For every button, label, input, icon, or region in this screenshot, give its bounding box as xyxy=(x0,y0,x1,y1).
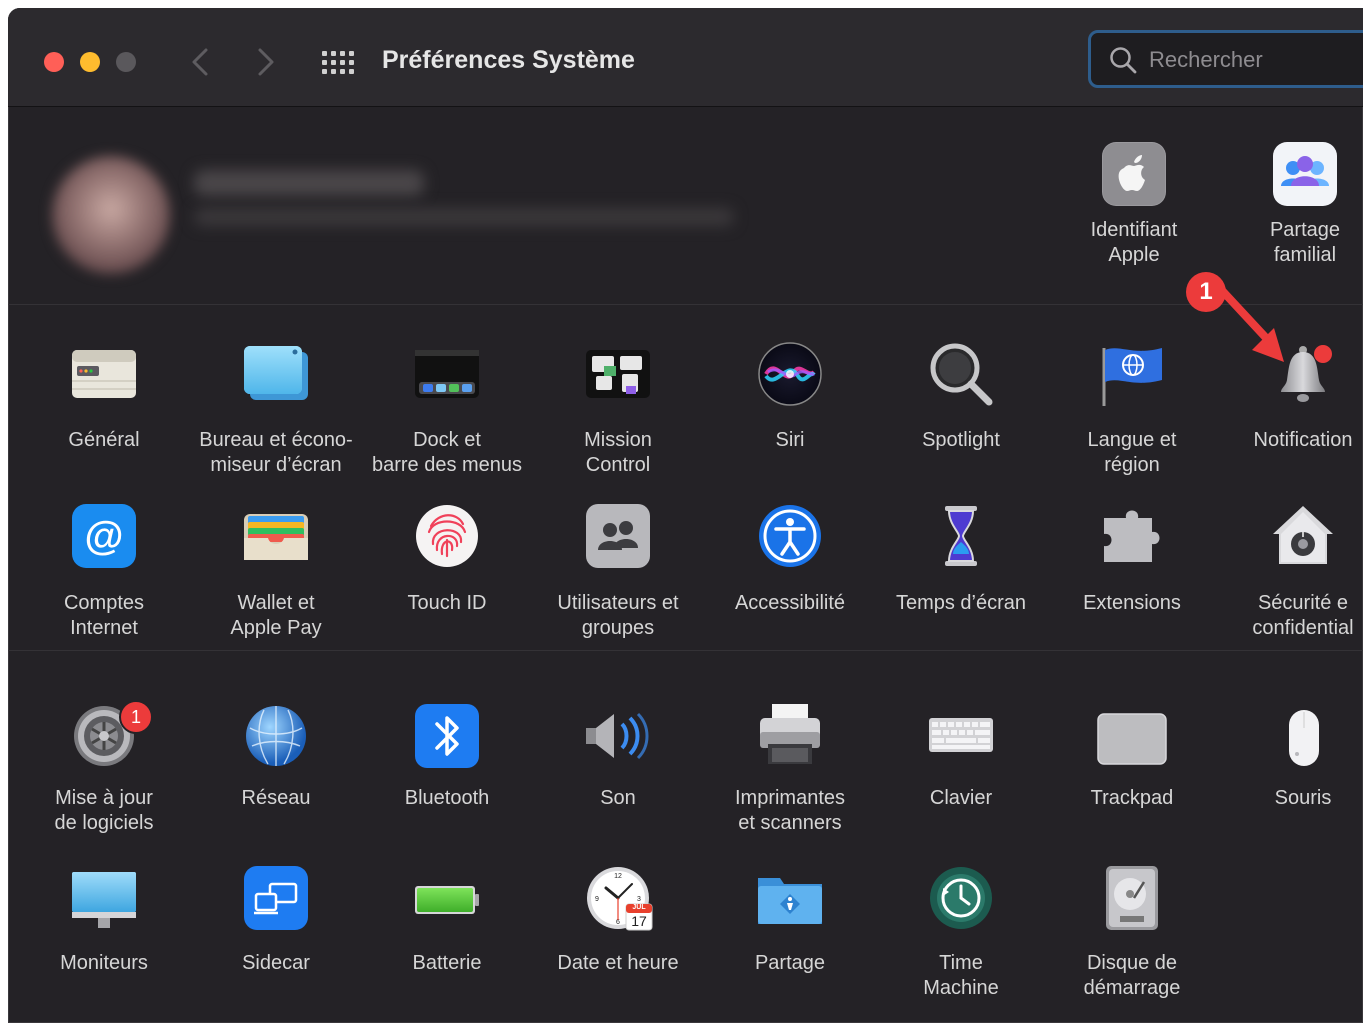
users-groups-icon xyxy=(586,504,650,568)
pane-label: Identifiant Apple xyxy=(1090,219,1178,266)
general-icon xyxy=(72,342,136,406)
sharing-icon xyxy=(758,866,822,930)
pane-label: Siri xyxy=(775,429,805,451)
pane-label: Comptes Internet xyxy=(63,592,145,639)
pane-label: Spotlight xyxy=(922,429,1000,451)
touch-id-icon xyxy=(415,504,479,568)
pane-label: Son xyxy=(600,787,636,809)
system-preferences-window: Préférences Système Identifiant Apple xyxy=(8,8,1363,1023)
pane-label: Accessibilité xyxy=(734,592,846,614)
startup-disk-icon xyxy=(1100,866,1164,930)
pane-label: Partage xyxy=(754,952,826,974)
pane-label: Sidecar xyxy=(242,952,310,974)
search-input[interactable] xyxy=(1149,47,1349,73)
wallet-icon xyxy=(244,504,308,568)
pane-label: Partage familial xyxy=(1269,219,1341,266)
redacted-account-name xyxy=(194,170,424,196)
chevron-right-icon xyxy=(258,48,274,76)
section-divider xyxy=(8,650,1363,651)
zoom-window-button[interactable] xyxy=(116,52,136,72)
pane-label: Langue et région xyxy=(1087,429,1177,476)
pane-label: Général xyxy=(68,429,140,451)
pane-label: Time Machine xyxy=(923,952,999,999)
svg-text:@: @ xyxy=(84,514,123,558)
extensions-icon xyxy=(1100,504,1164,568)
pane-label: Date et heure xyxy=(557,952,679,974)
pane-label: Trackpad xyxy=(1090,787,1174,809)
mouse-icon xyxy=(1271,702,1335,766)
sound-icon xyxy=(586,702,650,766)
svg-text:6: 6 xyxy=(616,919,620,926)
calendar-month: JUL xyxy=(632,904,646,911)
mission-control-icon xyxy=(586,342,650,406)
bluetooth-icon xyxy=(415,702,479,768)
time-machine-icon xyxy=(929,866,993,930)
keyboard-icon xyxy=(929,702,993,766)
pane-label: Dock et barre des menus xyxy=(371,429,523,476)
svg-text:9: 9 xyxy=(595,896,599,903)
forward-button[interactable] xyxy=(250,44,280,80)
pane-label: Réseau xyxy=(241,787,311,809)
apple-id-icon xyxy=(1102,142,1166,206)
window-title: Préférences Système xyxy=(382,46,635,74)
desktop-screensaver-icon xyxy=(244,342,308,406)
pane-label: Moniteurs xyxy=(60,952,148,974)
pane-label: Batterie xyxy=(412,952,482,974)
trackpad-icon xyxy=(1097,702,1167,766)
show-all-button[interactable] xyxy=(320,48,356,78)
spotlight-icon xyxy=(929,342,993,406)
printer-icon xyxy=(758,702,822,766)
title-bar: Préférences Système xyxy=(8,8,1363,107)
pane-label: Bureau et écono- miseur d’écran xyxy=(199,429,353,476)
network-icon xyxy=(244,702,308,766)
pane-label: Clavier xyxy=(929,787,993,809)
sidecar-icon xyxy=(244,866,308,930)
search-field[interactable] xyxy=(1088,30,1363,88)
back-button[interactable] xyxy=(186,44,216,80)
family-sharing-icon xyxy=(1273,142,1337,206)
avatar[interactable] xyxy=(52,156,170,274)
pane-label: Temps d’écran xyxy=(895,592,1027,614)
svg-text:12: 12 xyxy=(614,873,622,880)
calendar-day: 17 xyxy=(631,913,647,929)
dock-icon xyxy=(415,342,479,406)
displays-icon xyxy=(72,866,136,930)
pane-label: Souris xyxy=(1274,787,1332,809)
svg-text:3: 3 xyxy=(637,896,641,903)
security-icon xyxy=(1271,504,1335,568)
pane-label: Extensions xyxy=(1083,592,1181,614)
close-window-button[interactable] xyxy=(44,52,64,72)
pane-label: Disque de démarrage xyxy=(1083,952,1181,999)
language-region-icon xyxy=(1100,342,1164,406)
screen-time-icon xyxy=(929,504,993,568)
minimize-window-button[interactable] xyxy=(80,52,100,72)
pane-label: Sécurité e confidential xyxy=(1252,592,1354,639)
pane-label: Utilisateurs et groupes xyxy=(557,592,679,639)
pane-label: Wallet et Apple Pay xyxy=(230,592,322,639)
pane-label: Bluetooth xyxy=(404,787,490,809)
accessibility-icon xyxy=(758,504,822,568)
update-badge: 1 xyxy=(119,700,153,734)
battery-icon xyxy=(415,866,479,930)
pane-label: Notification xyxy=(1253,429,1353,451)
redacted-account-details xyxy=(194,208,734,226)
internet-accounts-icon: @ xyxy=(72,504,136,568)
search-icon xyxy=(1110,47,1137,74)
pane-label: Imprimantes et scanners xyxy=(734,787,846,834)
pane-label: Mission Control xyxy=(584,429,652,476)
pane-label: Touch ID xyxy=(407,592,487,614)
annotation-step-badge: 1 xyxy=(1186,272,1226,312)
siri-icon xyxy=(758,342,822,406)
apple-account-banner: Identifiant Apple Partage familial xyxy=(8,106,1363,305)
grid-icon xyxy=(322,51,354,74)
pane-label: Mise à jour de logiciels xyxy=(54,787,154,834)
chevron-left-icon xyxy=(192,48,208,76)
